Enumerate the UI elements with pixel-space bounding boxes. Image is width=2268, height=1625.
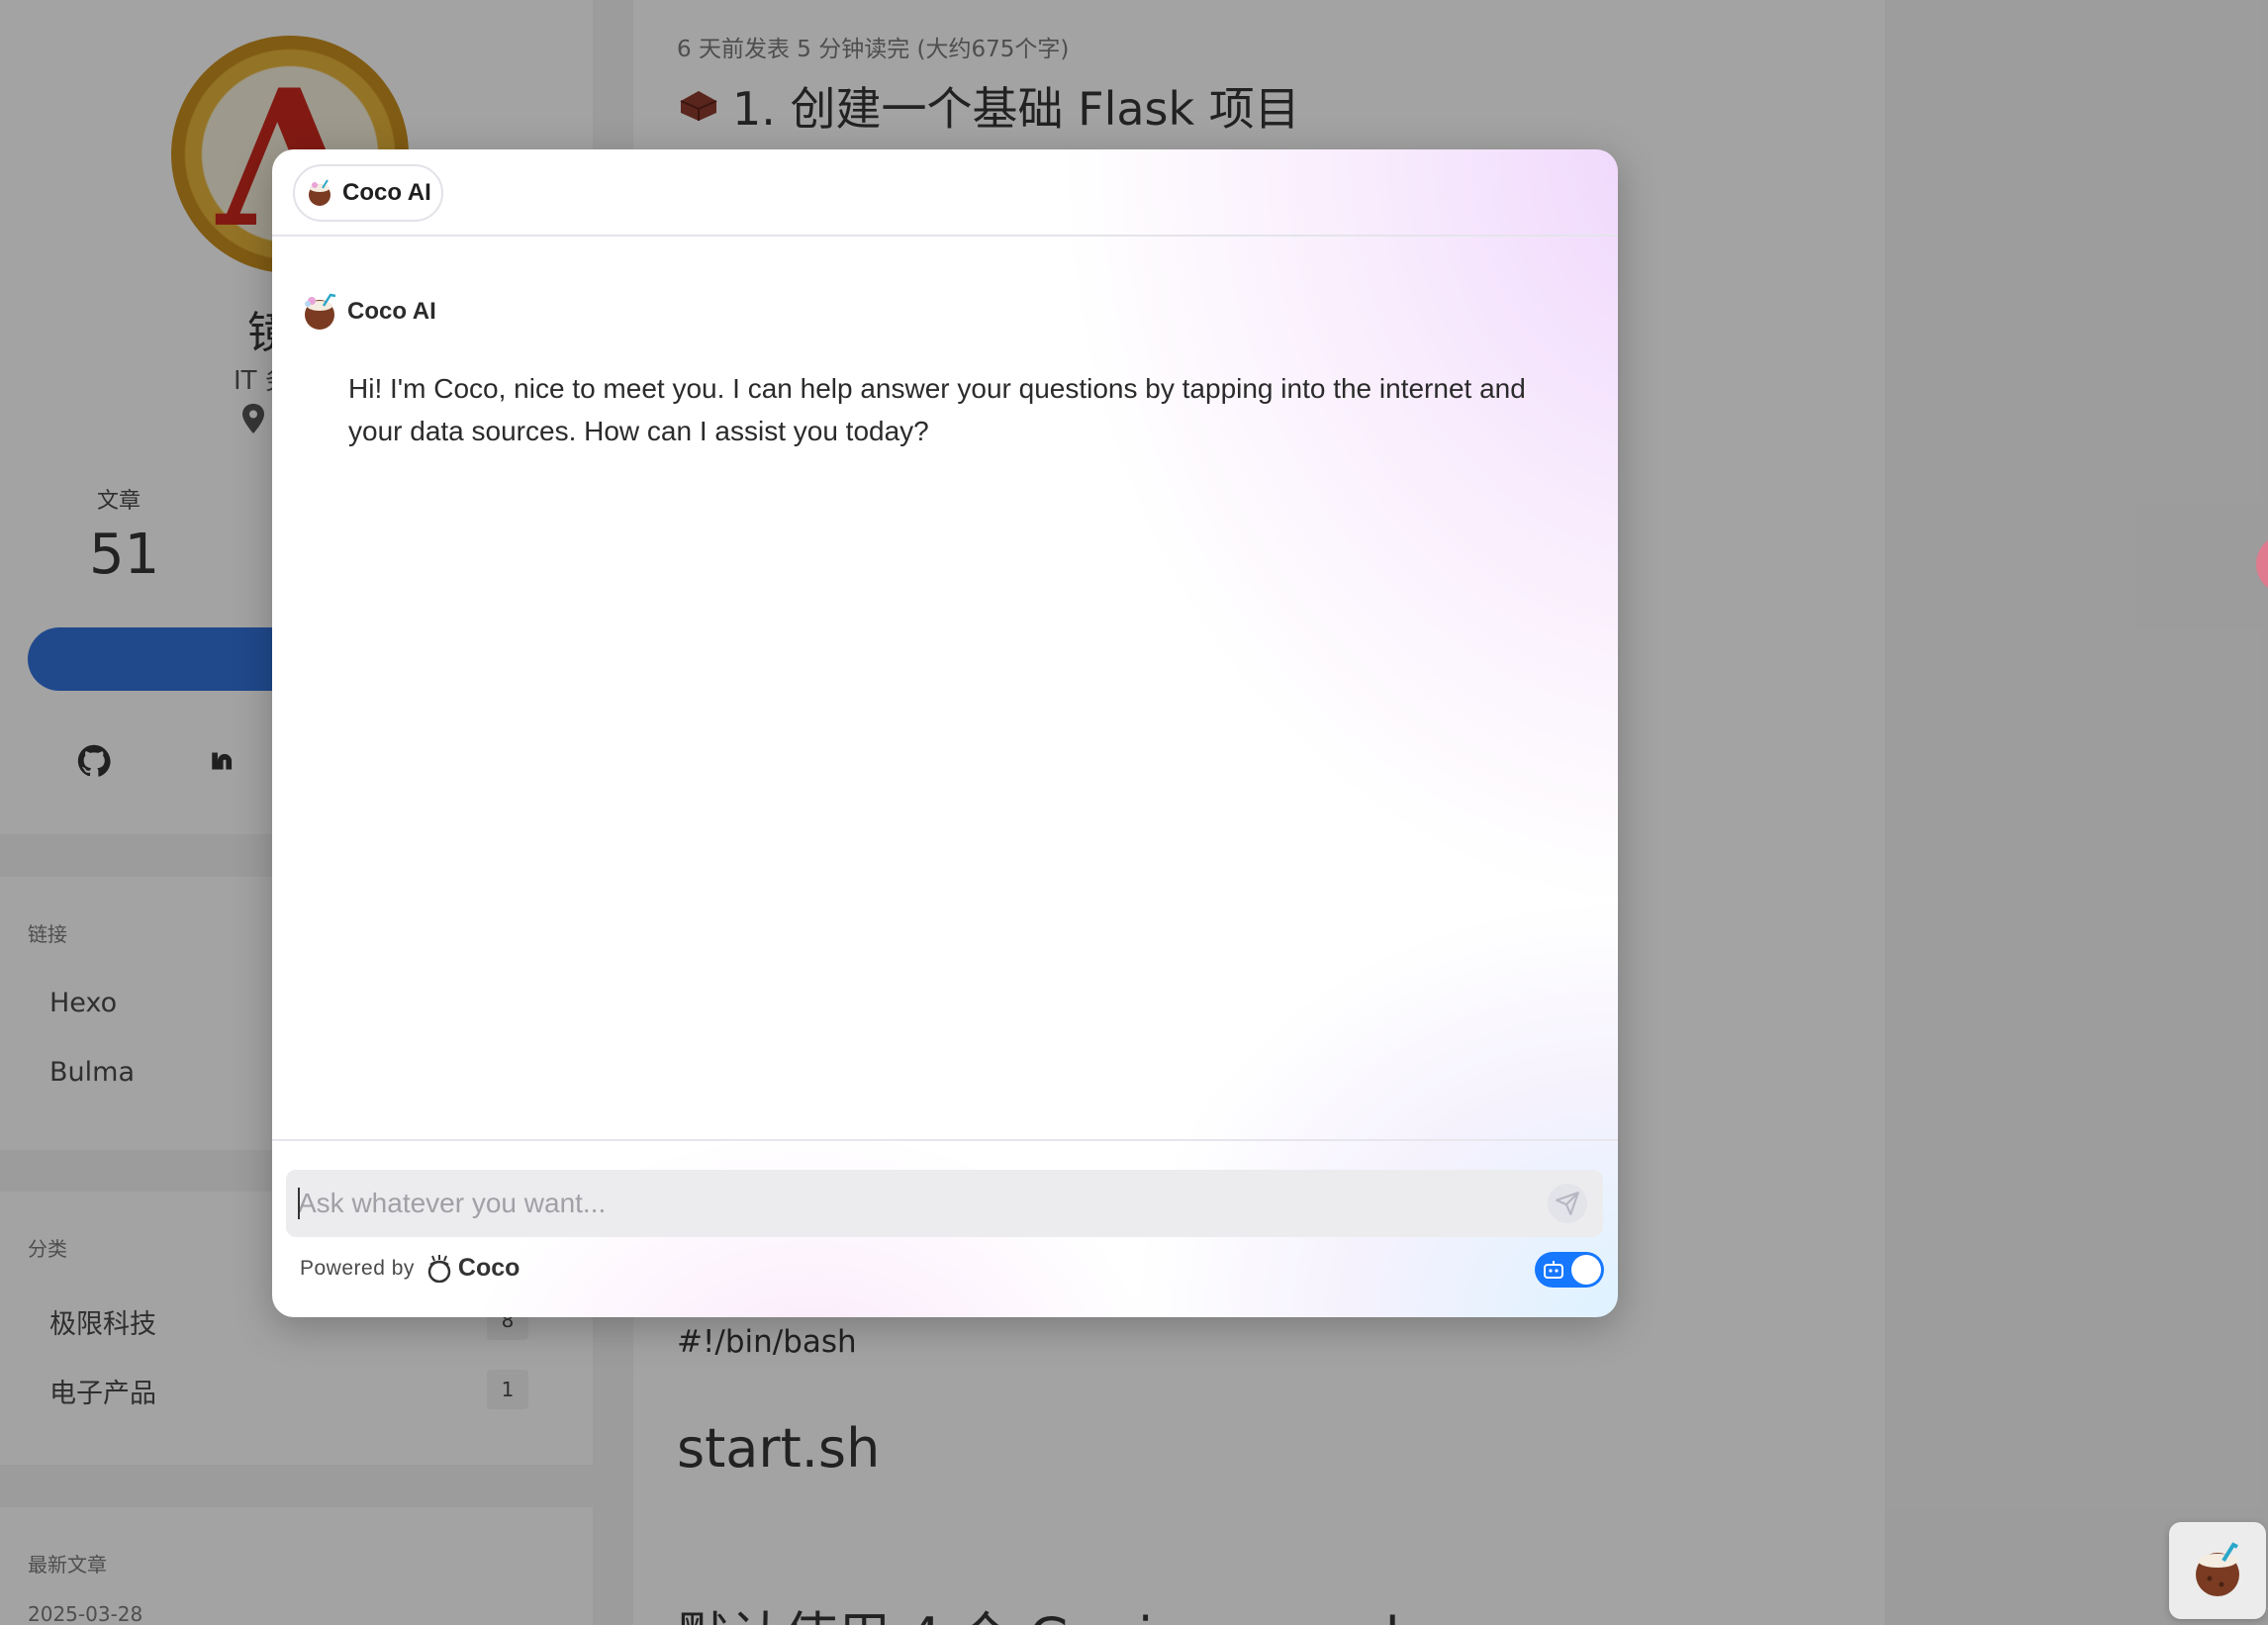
send-icon (1556, 1192, 1579, 1215)
chat-input-container (286, 1170, 1603, 1237)
assistant-name: Coco AI (342, 179, 431, 206)
message-header: Coco AI (300, 292, 436, 332)
text-caret (298, 1188, 300, 1219)
coco-brand[interactable]: Coco (425, 1254, 520, 1283)
assistant-message: Hi! I'm Coco, nice to meet you. I can he… (348, 373, 1526, 446)
assistant-mode-toggle[interactable] (1535, 1252, 1604, 1288)
brand-name: Coco (457, 1254, 520, 1282)
powered-by: Powered by Coco (300, 1254, 520, 1283)
coco-logo-icon (427, 1254, 451, 1283)
chat-input[interactable] (298, 1170, 1525, 1237)
coco-launcher-button[interactable] (2169, 1522, 2266, 1619)
coconut-icon (309, 179, 331, 206)
coconut-icon (2196, 1542, 2239, 1596)
coco-ai-chat-dialog: Coco AI Coco AI Hi! I'm Coco, nice to me… (272, 149, 1618, 1317)
message-sender: Coco AI (347, 298, 436, 325)
send-button[interactable] (1548, 1184, 1587, 1223)
powered-by-label: Powered by (300, 1256, 415, 1280)
assistant-selector[interactable]: Coco AI (293, 164, 443, 222)
robot-icon (1544, 1261, 1563, 1279)
assistant-avatar (305, 293, 336, 330)
toggle-knob (1571, 1255, 1601, 1285)
divider (272, 1139, 1618, 1141)
dialog-header: Coco AI (272, 149, 1618, 237)
